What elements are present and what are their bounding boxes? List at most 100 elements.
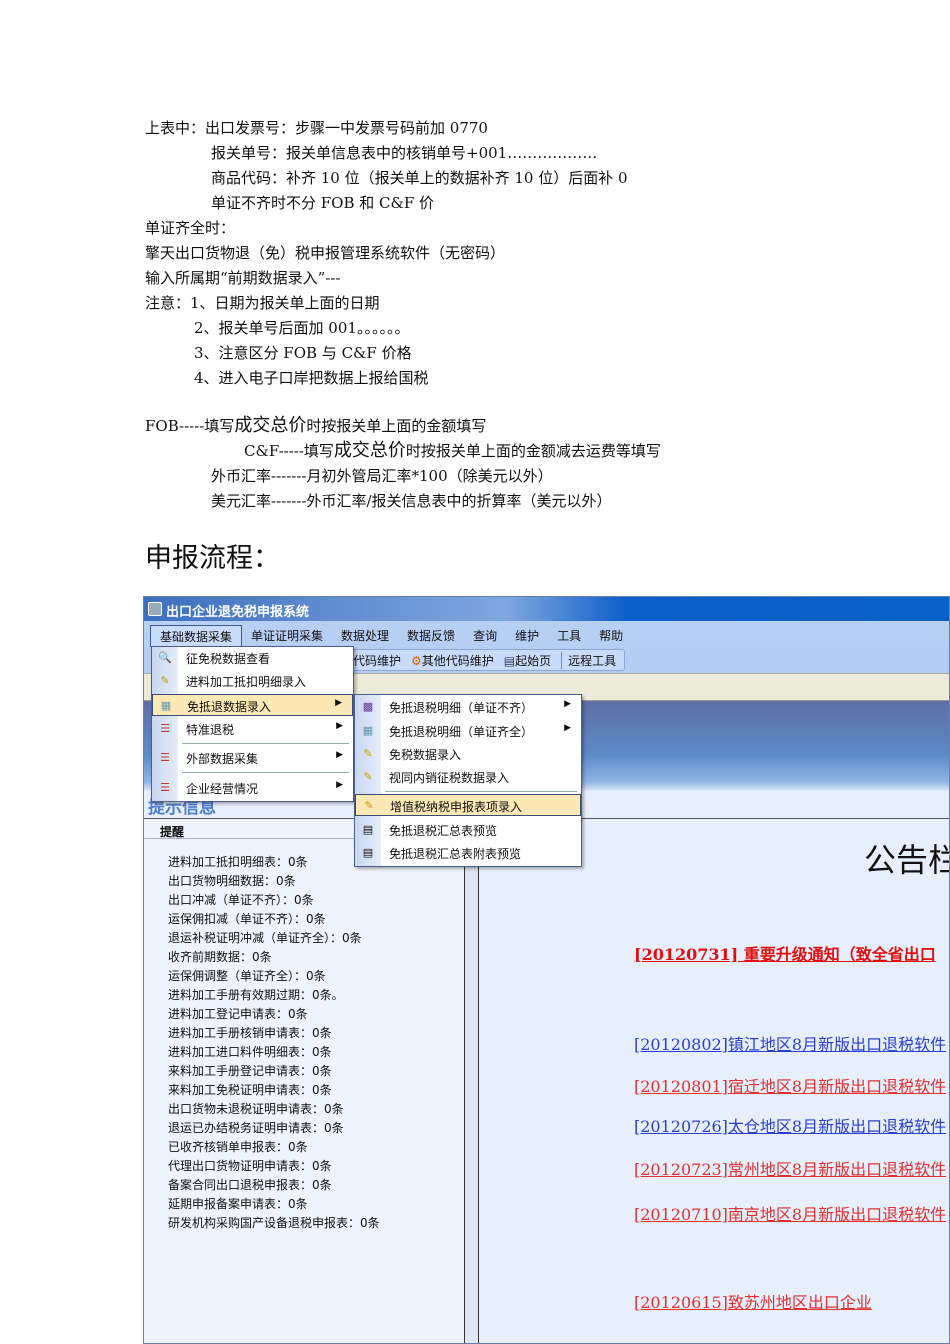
tool-remote[interactable]: 远程工具 bbox=[561, 651, 616, 669]
label: 增值税纳税申报表项录入 bbox=[390, 800, 523, 814]
data-icon: ▦ bbox=[160, 699, 172, 712]
title-bar: 出口企业退免税申报系统 bbox=[144, 597, 949, 621]
remind-item: 收齐前期数据：0条 bbox=[168, 950, 272, 964]
menu-item-incomplete[interactable]: ▩ 免抵退税明细（单证不齐） ▶ bbox=[355, 696, 581, 718]
label: 特准退税 bbox=[186, 723, 235, 737]
menu-item-deduct-entry[interactable]: ✎ 进料加工抵扣明细录入 bbox=[152, 670, 353, 692]
remind-item: 出口货物明细数据：0条 bbox=[168, 874, 296, 888]
remind-item: 已收齐核销单申报表：0条 bbox=[168, 1140, 308, 1154]
board-title: 公告栏 bbox=[864, 841, 949, 879]
fob-b: 成交总价 bbox=[234, 415, 307, 436]
notice-link[interactable]: [20120710]南京地区8月新版出口退税软件 bbox=[634, 1201, 946, 1225]
tool-start-page[interactable]: ▤起始页 bbox=[504, 652, 551, 669]
menu-bar: 基础数据采集 单证证明采集 数据处理 数据反馈 查询 维护 工具 帮助 bbox=[144, 621, 949, 647]
remind-item: 进料加工登记申请表：0条 bbox=[168, 1007, 308, 1021]
remind-item: 来料加工免税证明申请表：0条 bbox=[168, 1083, 332, 1097]
app-screenshot: 出口企业退免税申报系统 基础数据采集 单证证明采集 数据处理 数据反馈 查询 维… bbox=[143, 596, 950, 1344]
text-line: 上表中：出口发票号：步骤一中发票号码前加 0770 bbox=[145, 119, 488, 137]
menu-documents[interactable]: 单证证明采集 bbox=[242, 625, 332, 647]
menu-processing[interactable]: 数据处理 bbox=[332, 625, 398, 647]
document-icon: ▤ bbox=[362, 823, 374, 836]
menu-maintain[interactable]: 维护 bbox=[506, 625, 548, 647]
edit-icon: ✎ bbox=[363, 747, 373, 760]
arrow-right-icon: ▶ bbox=[336, 750, 343, 760]
text-line: 注意：1、日期为报关单上面的日期 bbox=[145, 294, 380, 312]
edit-icon: ✎ bbox=[364, 799, 374, 812]
menu-item-refund-entry[interactable]: ▦ 免抵退数据录入 ▶ bbox=[152, 694, 353, 716]
fob-a: FOB-----填写 bbox=[145, 417, 235, 435]
cf-line: C&F-----填写成交总价时按报关单上面的金额减去运费等填写 bbox=[244, 441, 661, 461]
splitter[interactable] bbox=[465, 819, 479, 1343]
notice-link[interactable]: [20120802]镇江地区8月新版出口退税软件 bbox=[634, 1031, 946, 1055]
text-line: 单证齐全时： bbox=[145, 219, 236, 237]
edit-icon: ✎ bbox=[160, 674, 170, 687]
tree-icon: ☰ bbox=[160, 781, 170, 794]
edit-icon: ✎ bbox=[363, 770, 373, 783]
remind-item: 运保佣调整（单证齐全）：0条 bbox=[168, 969, 326, 983]
menu-item-view-tax[interactable]: 🔍 征免税数据查看 bbox=[152, 647, 353, 669]
menu-query[interactable]: 查询 bbox=[464, 625, 506, 647]
cf-a: C&F-----填写 bbox=[244, 442, 334, 460]
menu-tools[interactable]: 工具 bbox=[548, 625, 590, 647]
label: 免税数据录入 bbox=[389, 748, 462, 762]
menu-feedback[interactable]: 数据反馈 bbox=[398, 625, 464, 647]
remind-item: 退运已办结税务证明申请表：0条 bbox=[168, 1121, 344, 1135]
remind-item: 延期申报备案申请表：0条 bbox=[168, 1197, 308, 1211]
menu-item-vat[interactable]: ✎ 增值税纳税申报表项录入 bbox=[355, 794, 581, 816]
arrow-right-icon: ▶ bbox=[335, 698, 342, 708]
notice-link[interactable]: [20120723]常州地区8月新版出口退税软件 bbox=[634, 1156, 946, 1180]
submenu-refund-entry: ▩ 免抵退税明细（单证不齐） ▶ ▦ 免抵退税明细（单证齐全） ▶ ✎ 免税数据录入 ✎ 视… bbox=[354, 694, 582, 867]
menu-item-special-refund[interactable]: ☰ 特准退税 ▶ bbox=[152, 718, 353, 740]
label: 外部数据采集 bbox=[186, 752, 259, 766]
remind-item: 运保佣扣减（单证不齐）：0条 bbox=[168, 912, 326, 926]
menu-item-external[interactable]: ☰ 外部数据采集 ▶ bbox=[152, 747, 353, 769]
cf-c: 时按报关单上面的金额减去运费等填写 bbox=[405, 442, 661, 460]
menu-basic-data[interactable]: 基础数据采集 bbox=[150, 625, 243, 647]
dropdown-basic-data: 🔍 征免税数据查看 ✎ 进料加工抵扣明细录入 ▦ 免抵退数据录入 ▶ ☰ 特准退税 ▶ ☰ 外… bbox=[151, 646, 354, 802]
arrow-right-icon: ▶ bbox=[336, 780, 343, 790]
label: 视同内销征税数据录入 bbox=[389, 771, 510, 785]
fob-c: 时按报关单上面的金额填写 bbox=[306, 417, 487, 435]
text-line: 单证不齐时不分 FOB 和 C&F 价 bbox=[211, 194, 435, 212]
search-icon: 🔍 bbox=[158, 651, 172, 664]
page-icon: ▤ bbox=[503, 653, 516, 668]
menu-help[interactable]: 帮助 bbox=[590, 625, 632, 647]
remind-item: 出口货物未退税证明申请表：0条 bbox=[168, 1102, 344, 1116]
menu-item-summary-attach[interactable]: ▤ 免抵退税汇总表附表预览 bbox=[355, 842, 581, 864]
remind-item: 进料加工抵扣明细表：0条 bbox=[168, 855, 308, 869]
label: 进料加工抵扣明细录入 bbox=[186, 675, 307, 689]
section-heading: 申报流程： bbox=[145, 543, 280, 574]
document-icon: ▤ bbox=[362, 846, 374, 859]
label: 企业经营情况 bbox=[186, 782, 259, 796]
tool-code-maintain[interactable]: 代码维护 bbox=[353, 652, 401, 669]
text-line: 报关单号：报关单信息表中的核销单号+001……………… bbox=[211, 144, 598, 162]
remind-item: 研发机构采购国产设备退税申报表：0条 bbox=[168, 1216, 380, 1230]
text-line: 4、进入电子口岸把数据上报给国税 bbox=[194, 369, 429, 387]
label: 免抵退数据录入 bbox=[187, 700, 272, 714]
menu-item-taxfree[interactable]: ✎ 免税数据录入 bbox=[355, 743, 581, 765]
gear-icon: ⚙ bbox=[411, 653, 422, 668]
label: 免抵退税明细（单证齐全） bbox=[389, 725, 534, 739]
menu-item-summary[interactable]: ▤ 免抵退税汇总表预览 bbox=[355, 819, 581, 841]
remind-panel: 提醒 进料加工抵扣明细表：0条 出口货物明细数据：0条 出口冲减（单证不齐）：0条运… bbox=[144, 819, 465, 1343]
menu-item-business[interactable]: ☰ 企业经营情况 ▶ bbox=[152, 777, 353, 799]
text-line: 外币汇率-------月初外管局汇率*100（除美元以外） bbox=[211, 467, 553, 485]
notice-board: 公告栏 [20120731] 重要升级通知（致全省出口 [20120802]镇江地… bbox=[479, 819, 949, 1343]
arrow-right-icon: ▶ bbox=[564, 723, 571, 733]
tool-other-code[interactable]: ⚙其他代码维护 bbox=[411, 652, 494, 669]
tree-icon: ☰ bbox=[160, 751, 170, 764]
remind-item: 出口冲减（单证不齐）：0条 bbox=[168, 893, 314, 907]
menu-item-domestic[interactable]: ✎ 视同内销征税数据录入 bbox=[355, 766, 581, 788]
arrow-right-icon: ▶ bbox=[564, 699, 571, 709]
text-line: 3、注意区分 FOB 与 C&F 价格 bbox=[194, 344, 412, 362]
notice-link[interactable]: [20120726]太仓地区8月新版出口退税软件 bbox=[634, 1113, 946, 1137]
text-line: 2、报关单号后面加 001。。。。。。 bbox=[194, 319, 410, 337]
label: 起始页 bbox=[515, 653, 552, 668]
notice-link[interactable]: [20120801]宿迁地区8月新版出口退税软件 bbox=[634, 1073, 946, 1097]
notice-link[interactable]: [20120731] 重要升级通知（致全省出口 bbox=[634, 941, 936, 965]
menu-item-complete[interactable]: ▦ 免抵退税明细（单证齐全） ▶ bbox=[355, 720, 581, 742]
text-line: 擎天出口货物退（免）税申报管理系统软件（无密码） bbox=[145, 244, 506, 262]
notice-link[interactable]: [20120615]致苏州地区出口企业 bbox=[634, 1289, 872, 1313]
label: 免抵退税汇总表附表预览 bbox=[389, 847, 522, 861]
remind-item: 备案合同出口退税申报表：0条 bbox=[168, 1178, 332, 1192]
